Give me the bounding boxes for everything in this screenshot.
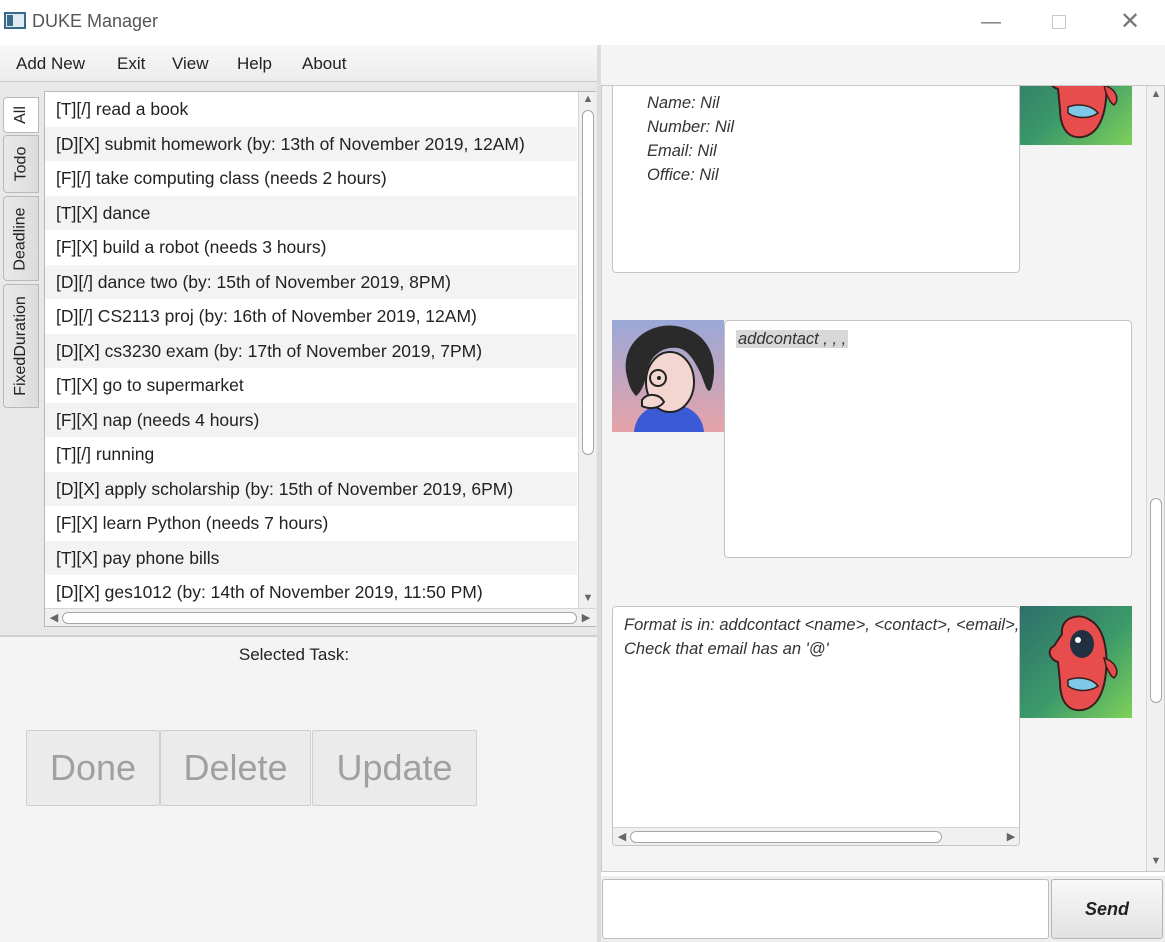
user-avatar-image <box>625 325 715 432</box>
tab-todo[interactable]: Todo <box>3 135 39 193</box>
task-row[interactable]: [F][X] nap (needs 4 hours) <box>45 402 577 437</box>
error-line-email: Check that email has an '@' <box>624 640 829 658</box>
duke-avatar-image <box>1051 86 1118 139</box>
task-row[interactable]: [T][X] go to supermarket <box>45 368 577 402</box>
task-row[interactable]: [T][/] read a book <box>45 92 577 126</box>
send-button[interactable]: Send <box>1051 879 1163 939</box>
selected-task-label: Selected Task: <box>238 645 350 664</box>
task-row[interactable]: [T][/] running <box>45 437 577 471</box>
scroll-down-arrow[interactable]: ▼ <box>1147 855 1164 867</box>
tab-todo-label: Todo <box>12 146 30 182</box>
task-row[interactable]: [F][X] learn Python (needs 7 hours) <box>45 506 577 540</box>
scroll-right-arrow[interactable]: ▶ <box>577 611 595 624</box>
title-bar: DUKE Manager — ✕ <box>0 0 1165 45</box>
task-list-vscrollbar[interactable]: ▲ ▼ <box>578 92 596 608</box>
update-button[interactable]: Update <box>312 730 477 806</box>
tab-fixedduration[interactable]: FixedDuration <box>3 284 39 408</box>
menu-exit[interactable]: Exit <box>117 54 145 74</box>
task-list[interactable]: [T][/] read a book [D][X] submit homewor… <box>44 91 596 627</box>
maximize-icon <box>1052 15 1066 29</box>
duke-avatar <box>1020 606 1132 718</box>
task-row[interactable]: [D][/] dance two (by: 15th of November 2… <box>45 264 577 299</box>
error-bubble-hscroll-thumb[interactable] <box>630 831 942 843</box>
menu-help[interactable]: Help <box>237 54 272 74</box>
task-row[interactable]: [T][X] pay phone bills <box>45 540 577 575</box>
scroll-up-arrow[interactable]: ▲ <box>1147 88 1164 100</box>
duke-message-contact: Name: Nil Number: Nil Email: Nil Office:… <box>612 86 1020 273</box>
chat-scroll-pane[interactable]: Name: Nil Number: Nil Email: Nil Office:… <box>601 85 1165 872</box>
close-button[interactable]: ✕ <box>1115 8 1145 36</box>
menu-bar-filler <box>597 45 1165 85</box>
error-bubble-hscrollbar[interactable]: ◀ ▶ <box>613 827 1019 845</box>
minimize-button[interactable]: — <box>976 8 1006 36</box>
task-row[interactable]: [F][X] build a robot (needs 3 hours) <box>45 230 577 264</box>
menu-add-new[interactable]: Add New <box>16 54 85 74</box>
task-row[interactable]: [D][/] CS2113 proj (by: 16th of November… <box>45 299 577 333</box>
error-line-format: Format is in: addcontact <name>, <contac… <box>624 616 1020 634</box>
chat-vscrollbar[interactable]: ▲ ▼ <box>1146 86 1164 871</box>
duke-avatar <box>1020 86 1132 145</box>
command-input[interactable] <box>602 879 1049 939</box>
input-area: Send <box>601 876 1165 942</box>
contact-email: Email: Nil <box>647 142 717 160</box>
contact-number: Number: Nil <box>647 118 735 136</box>
scroll-left-arrow[interactable]: ◀ <box>45 611 63 624</box>
task-panel: All Todo Deadline FixedDuration [T][/] r… <box>0 82 600 635</box>
app-icon <box>4 12 26 29</box>
chat-vscroll-thumb[interactable] <box>1150 498 1162 703</box>
duke-message-error: Format is in: addcontact <name>, <contac… <box>612 606 1020 846</box>
duke-avatar-image <box>1048 615 1118 712</box>
user-message: addcontact , , , <box>724 320 1132 558</box>
task-list-hscrollbar[interactable]: ◀ ▶ <box>45 608 596 626</box>
done-button[interactable]: Done <box>26 730 160 806</box>
task-row[interactable]: [F][/] take computing class (needs 2 hou… <box>45 161 577 195</box>
task-row[interactable]: [D][X] cs3230 exam (by: 17th of November… <box>45 333 577 368</box>
scroll-down-arrow[interactable]: ▼ <box>579 592 597 604</box>
scroll-right-arrow[interactable]: ▶ <box>1002 830 1019 843</box>
tab-all-label: All <box>12 106 29 124</box>
menu-view[interactable]: View <box>172 54 209 74</box>
tab-all[interactable]: All <box>3 97 39 133</box>
maximize-button[interactable] <box>1044 8 1074 36</box>
scroll-left-arrow[interactable]: ◀ <box>613 830 631 843</box>
menu-bar: Add New Exit View Help About <box>0 45 597 82</box>
tab-fixedduration-label: FixedDuration <box>12 296 30 396</box>
task-list-vscroll-thumb[interactable] <box>582 110 594 455</box>
tab-deadline[interactable]: Deadline <box>3 196 39 281</box>
window-title: DUKE Manager <box>32 11 159 31</box>
task-row[interactable]: [D][X] submit homework (by: 13th of Nove… <box>45 126 577 161</box>
contact-office: Office: Nil <box>647 166 719 184</box>
menu-about[interactable]: About <box>302 54 346 74</box>
task-row[interactable]: [D][X] apply scholarship (by: 15th of No… <box>45 471 577 506</box>
scroll-up-arrow[interactable]: ▲ <box>579 93 597 105</box>
task-row[interactable]: [D][X] ges1012 (by: 14th of November 201… <box>45 575 577 609</box>
selected-task-panel: Selected Task: Done Delete Update <box>0 635 600 942</box>
delete-button[interactable]: Delete <box>160 730 311 806</box>
tab-deadline-label: Deadline <box>12 206 29 271</box>
user-message-text: addcontact , , , <box>736 330 849 348</box>
task-list-hscroll-thumb[interactable] <box>62 612 577 624</box>
contact-name: Name: Nil <box>647 94 720 112</box>
task-row[interactable]: [T][X] dance <box>45 195 577 230</box>
user-avatar <box>612 320 724 432</box>
